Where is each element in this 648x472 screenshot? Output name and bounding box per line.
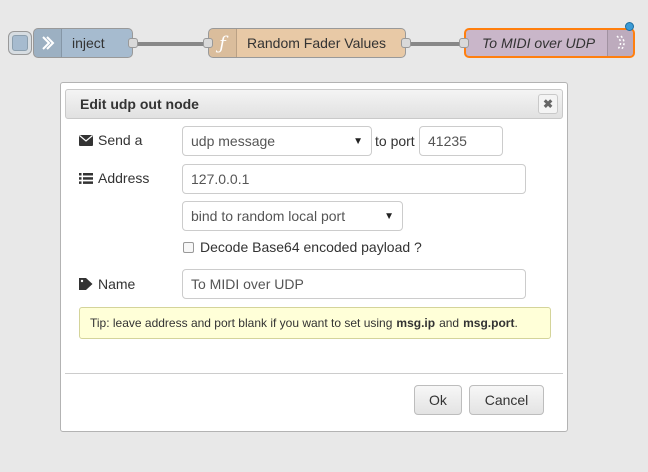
to-port-label: to port — [375, 133, 415, 149]
list-icon — [79, 172, 93, 184]
send-type-value: udp message — [191, 133, 276, 149]
footer-divider — [65, 373, 563, 374]
bridge-icon — [607, 30, 633, 56]
function-node-label: Random Fader Values — [247, 35, 387, 51]
decode-base64-label[interactable]: Decode Base64 encoded payload ? — [200, 239, 422, 255]
tip-box: Tip: leave address and port blank if you… — [79, 307, 551, 339]
envelope-icon — [79, 134, 93, 146]
wire-inject-to-function — [137, 42, 209, 46]
close-button[interactable]: ✖ — [538, 94, 558, 114]
tip-and: and — [439, 316, 460, 330]
address-label: Address — [79, 170, 149, 186]
inject-output-port[interactable] — [128, 38, 138, 48]
name-input[interactable]: To MIDI over UDP — [182, 269, 526, 299]
udp-node-label: To MIDI over UDP — [482, 35, 596, 51]
tag-icon — [79, 278, 93, 290]
send-type-select[interactable]: udp message ▼ — [182, 126, 372, 156]
send-label: Send a — [79, 132, 142, 148]
address-input[interactable]: 127.0.0.1 — [182, 164, 526, 194]
port-value: 41235 — [428, 133, 467, 149]
function-icon: ƒ — [209, 29, 237, 57]
udp-out-node[interactable]: To MIDI over UDP — [459, 28, 635, 58]
decode-base64-checkbox[interactable] — [183, 242, 194, 253]
inject-node[interactable]: inject — [33, 28, 138, 58]
dialog-title: Edit udp out node — [80, 96, 199, 112]
name-label: Name — [79, 276, 135, 292]
name-value: To MIDI over UDP — [191, 276, 304, 292]
dialog-titlebar[interactable]: Edit udp out node ✖ — [65, 89, 563, 119]
edit-node-dialog: Edit udp out node ✖ Send a udp message ▼… — [60, 82, 568, 432]
bind-select[interactable]: bind to random local port ▼ — [182, 201, 403, 231]
inject-trigger-icon — [12, 35, 28, 51]
udp-input-port[interactable] — [459, 38, 469, 48]
function-node[interactable]: ƒ Random Fader Values — [203, 28, 411, 58]
bind-value: bind to random local port — [191, 208, 346, 224]
tip-key-ip: msg.ip — [396, 316, 436, 330]
close-icon: ✖ — [542, 97, 554, 111]
inject-trigger-button[interactable] — [8, 31, 32, 55]
cancel-button[interactable]: Cancel — [469, 385, 544, 415]
port-input[interactable]: 41235 — [419, 126, 503, 156]
tip-key-port: msg.port — [463, 316, 515, 330]
tip-suffix: . — [514, 316, 518, 330]
node-changed-indicator — [625, 22, 634, 31]
chevron-down-icon: ▼ — [384, 210, 394, 222]
tip-text: Tip: leave address and port blank if you… — [90, 316, 393, 330]
wire-function-to-udp — [407, 42, 465, 46]
ok-button[interactable]: Ok — [414, 385, 462, 415]
function-input-port[interactable] — [203, 38, 213, 48]
function-output-port[interactable] — [401, 38, 411, 48]
arrow-in-icon — [34, 29, 62, 57]
address-value: 127.0.0.1 — [191, 171, 250, 187]
inject-node-label: inject — [72, 35, 105, 51]
chevron-down-icon: ▼ — [353, 135, 363, 147]
